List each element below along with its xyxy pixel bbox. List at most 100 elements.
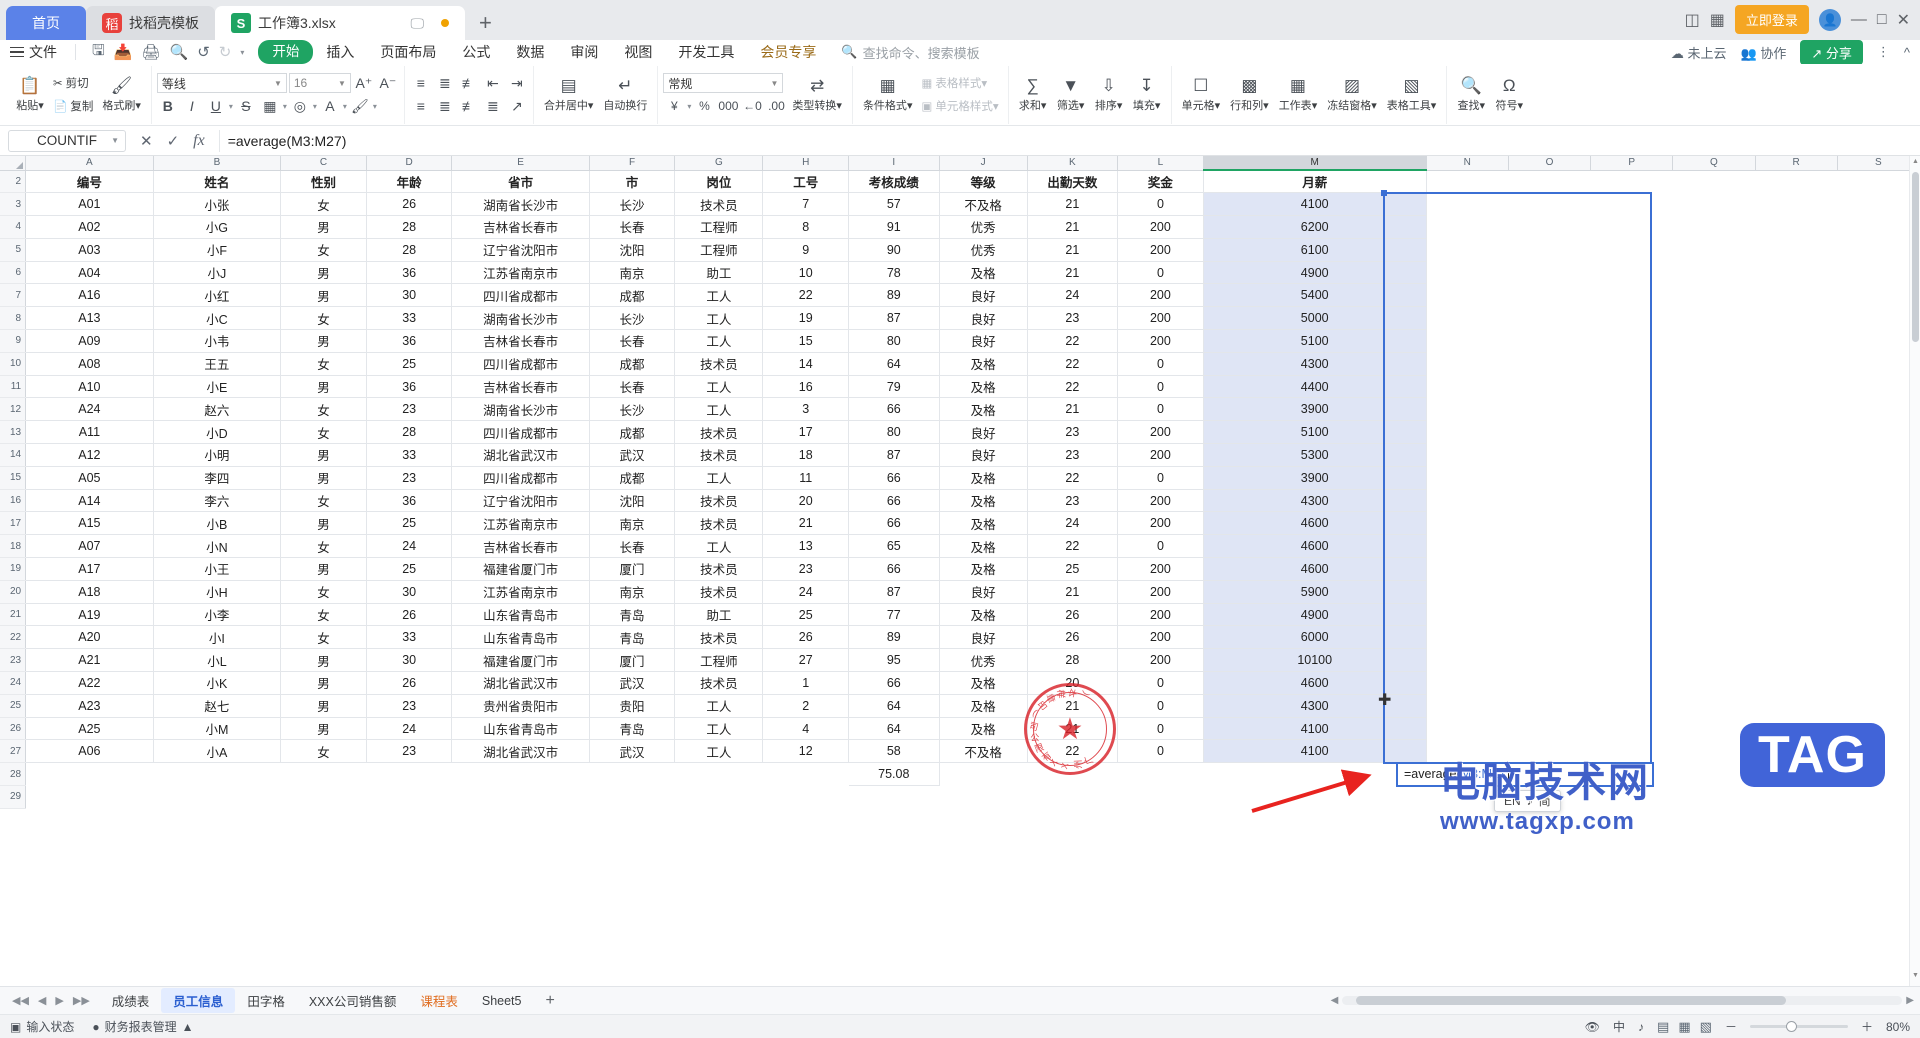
cell-J16[interactable]: 及格 xyxy=(939,489,1028,513)
cell-N3[interactable] xyxy=(1426,193,1508,216)
cell-E4[interactable]: 吉林省长春市 xyxy=(451,215,590,239)
strikethrough-icon[interactable]: S xyxy=(235,96,257,116)
cell-P19[interactable] xyxy=(1591,558,1673,581)
row-header-22[interactable]: 22 xyxy=(0,625,27,650)
row-header-3[interactable]: 3 xyxy=(0,192,27,217)
cell-B10[interactable]: 王五 xyxy=(153,352,282,376)
cell-F14[interactable]: 武汉 xyxy=(589,443,676,467)
cell-M18[interactable]: 4600 xyxy=(1203,534,1427,559)
cell-A19[interactable]: A17 xyxy=(25,557,154,581)
cell-D11[interactable]: 36 xyxy=(366,375,453,399)
cell-C13[interactable]: 女 xyxy=(280,420,367,445)
worksheet-button[interactable]: ▦ 工作表▾ xyxy=(1274,76,1323,113)
cell-N22[interactable] xyxy=(1426,626,1508,649)
cell-M19[interactable]: 4600 xyxy=(1203,557,1427,581)
status-ime-lang[interactable]: 中 xyxy=(1613,1018,1625,1035)
table-row[interactable]: 8 A13 小C 女 33 湖南省长沙市 长沙 工人 19 87 良好 23 200 5000 xyxy=(0,306,1920,331)
ribbon-tab-data[interactable]: 数据 xyxy=(503,41,557,63)
cell-J5[interactable]: 优秀 xyxy=(939,238,1028,262)
align-bottom-icon[interactable]: ≢ xyxy=(458,73,480,93)
page-break-view-icon[interactable]: ▧ xyxy=(1700,1019,1712,1035)
cell-D14[interactable]: 33 xyxy=(366,443,453,467)
cell-M10[interactable]: 4300 xyxy=(1203,352,1427,376)
cell-I16[interactable]: 66 xyxy=(848,489,940,513)
cell-S9[interactable] xyxy=(1837,330,1919,353)
cell-M12[interactable]: 3900 xyxy=(1203,397,1427,422)
cell-H4[interactable]: 8 xyxy=(762,215,850,239)
cell-L17[interactable]: 200 xyxy=(1117,511,1204,536)
cell-P18[interactable] xyxy=(1591,535,1673,558)
ime-eye-icon[interactable]: 👁 xyxy=(1585,1020,1600,1034)
table-row[interactable]: 4 A02 小G 男 28 吉林省长春市 长春 工程师 8 91 优秀 21 200 6200 xyxy=(0,215,1920,239)
table-row[interactable]: 5 A03 小F 女 28 辽宁省沈阳市 沈阳 工程师 9 90 优秀 21 200 6100 xyxy=(0,238,1920,262)
cell-N16[interactable] xyxy=(1426,489,1508,512)
cell-G7[interactable]: 工人 xyxy=(674,283,764,308)
cell-S7[interactable] xyxy=(1837,284,1919,307)
type-convert-button[interactable]: ⇄ 类型转换▾ xyxy=(787,76,847,113)
column-header-E[interactable]: E xyxy=(451,156,590,171)
cell-style-button[interactable]: ▣ 单元格样式▾ xyxy=(917,96,1002,116)
cell-S16[interactable] xyxy=(1837,489,1919,512)
tab-template[interactable]: 稻 找稻壳模板 xyxy=(86,6,215,40)
cell-L23[interactable]: 200 xyxy=(1117,648,1204,673)
cell-H14[interactable]: 18 xyxy=(762,443,850,467)
cell-D24[interactable]: 26 xyxy=(366,671,453,695)
cell-K5[interactable]: 21 xyxy=(1027,238,1119,262)
cell-C14[interactable]: 男 xyxy=(280,443,367,467)
row-header-16[interactable]: 16 xyxy=(0,489,27,513)
cell-S10[interactable] xyxy=(1837,352,1919,375)
row-header-27[interactable]: 27 xyxy=(0,739,27,764)
cell-G24[interactable]: 技术员 xyxy=(674,671,764,695)
cell-E29[interactable] xyxy=(452,786,589,809)
cell-G27[interactable]: 工人 xyxy=(674,739,764,764)
cell-E16[interactable]: 辽宁省沈阳市 xyxy=(451,489,590,513)
justify-icon[interactable]: ≣ xyxy=(482,96,504,116)
sheet-tab-yuangongxinxi[interactable]: 员工信息 xyxy=(161,988,236,1013)
cell-C6[interactable]: 男 xyxy=(280,261,367,285)
cell-L29[interactable] xyxy=(1118,786,1204,809)
cell-A8[interactable]: A13 xyxy=(25,306,154,331)
cell-E7[interactable]: 四川省成都市 xyxy=(451,283,590,308)
cell-E13[interactable]: 四川省成都市 xyxy=(451,420,590,445)
column-header-Q[interactable]: Q xyxy=(1672,156,1756,171)
cell-H3[interactable]: 7 xyxy=(762,192,850,217)
cell-I28[interactable]: 75.08 xyxy=(848,762,940,787)
cell-N26[interactable] xyxy=(1426,717,1508,740)
login-button[interactable]: 立即登录 xyxy=(1734,5,1809,34)
cell-J14[interactable]: 良好 xyxy=(939,443,1028,467)
cell-O10[interactable] xyxy=(1508,352,1590,375)
cell-B5[interactable]: 小F xyxy=(153,238,282,262)
zoom-slider[interactable] xyxy=(1749,1021,1848,1032)
cell-R25[interactable] xyxy=(1755,694,1837,717)
cell-S24[interactable] xyxy=(1837,672,1919,695)
cell-N23[interactable] xyxy=(1426,649,1508,672)
cell-P20[interactable] xyxy=(1591,580,1673,603)
cell-J17[interactable]: 及格 xyxy=(939,511,1028,536)
cell-C15[interactable]: 男 xyxy=(280,466,367,490)
select-all-corner[interactable] xyxy=(0,156,27,171)
rows-cols-button[interactable]: ▩ 行和列▾ xyxy=(1225,76,1274,113)
cell-K29[interactable] xyxy=(1027,786,1117,809)
cell-F26[interactable]: 青岛 xyxy=(589,717,676,741)
cell-J22[interactable]: 良好 xyxy=(939,625,1028,650)
cell-D7[interactable]: 30 xyxy=(366,283,453,308)
fill-color-more-icon[interactable]: ▾ xyxy=(373,102,377,111)
cell-K17[interactable]: 24 xyxy=(1027,511,1119,536)
cell-C2[interactable]: 性别 xyxy=(280,170,367,194)
cell-J20[interactable]: 良好 xyxy=(939,580,1028,604)
cell-O8[interactable] xyxy=(1508,307,1590,330)
cell-Q14[interactable] xyxy=(1673,444,1755,467)
cell-R15[interactable] xyxy=(1755,466,1837,489)
cell-J26[interactable]: 及格 xyxy=(939,717,1028,741)
cell-N8[interactable] xyxy=(1426,307,1508,330)
cells-button[interactable]: ☐ 单元格▾ xyxy=(1177,76,1226,113)
cell-K3[interactable]: 21 xyxy=(1027,192,1119,217)
cell-D2[interactable]: 年龄 xyxy=(366,170,453,194)
cell-H18[interactable]: 13 xyxy=(762,534,850,559)
cell-E3[interactable]: 湖南省长沙市 xyxy=(451,192,590,217)
cell-O3[interactable] xyxy=(1508,193,1590,216)
row-header-23[interactable]: 23 xyxy=(0,648,27,673)
column-header-A[interactable]: A xyxy=(25,156,154,171)
cell-E21[interactable]: 山东省青岛市 xyxy=(451,603,590,627)
copy-button[interactable]: 📄 复制 xyxy=(49,96,97,116)
